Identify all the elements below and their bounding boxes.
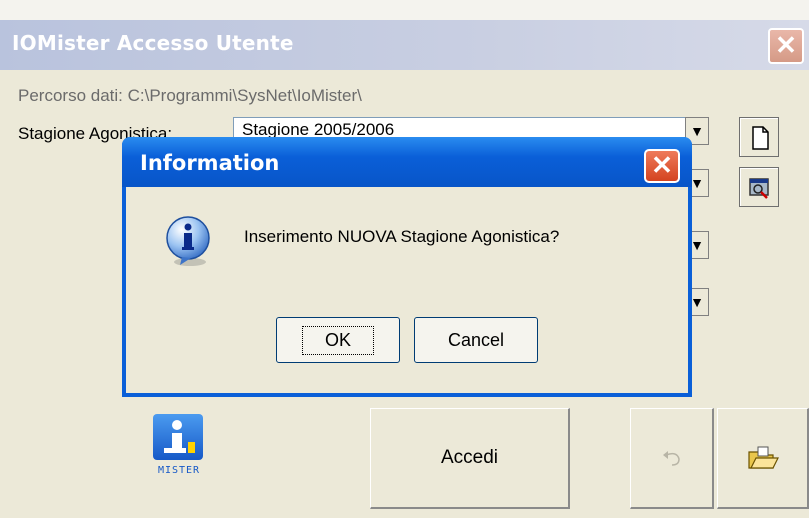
cancel-button[interactable]: Cancel bbox=[414, 317, 538, 363]
open-folder-button[interactable] bbox=[717, 408, 809, 509]
top-strip bbox=[0, 0, 809, 20]
window-close-button[interactable]: ✕ bbox=[768, 28, 804, 64]
dialog-close-button[interactable]: ✕ bbox=[644, 149, 680, 183]
logo-text: MISTER bbox=[157, 465, 201, 476]
iomister-logo: MISTER bbox=[150, 412, 208, 476]
new-season-button[interactable] bbox=[739, 117, 779, 157]
close-icon: ✕ bbox=[775, 30, 797, 60]
dialog-body: Inserimento NUOVA Stagione Agonistica? O… bbox=[126, 187, 688, 393]
new-document-icon bbox=[752, 126, 769, 150]
ok-button[interactable]: OK bbox=[276, 317, 400, 363]
window-title: IOMister Accesso Utente bbox=[12, 31, 294, 55]
chevron-down-icon: ▼ bbox=[690, 175, 704, 191]
open-folder-icon bbox=[747, 446, 779, 469]
chevron-down-icon: ▼ bbox=[690, 237, 704, 253]
dialog-title: Information bbox=[140, 151, 280, 175]
main-window: IOMister Accesso Utente ✕ Percorso dati:… bbox=[0, 0, 809, 518]
chevron-down-icon: ▼ bbox=[690, 123, 704, 139]
undo-button[interactable] bbox=[630, 408, 714, 509]
close-icon: ✕ bbox=[651, 150, 673, 180]
information-icon bbox=[166, 216, 210, 266]
search-window-icon bbox=[749, 178, 769, 199]
information-dialog: Information ✕ Inserimento NUOVA Stagione… bbox=[122, 137, 692, 397]
ok-button-label: OK bbox=[301, 325, 374, 355]
logo-icon bbox=[153, 414, 203, 460]
chevron-down-icon: ▼ bbox=[690, 294, 704, 310]
dialog-message: Inserimento NUOVA Stagione Agonistica? bbox=[244, 227, 560, 246]
search-season-button[interactable] bbox=[739, 167, 779, 207]
cancel-button-label: Cancel bbox=[447, 329, 505, 350]
undo-icon bbox=[662, 451, 680, 466]
access-button[interactable]: Accedi bbox=[370, 408, 570, 509]
access-button-label: Accedi bbox=[440, 447, 499, 468]
data-path-label: Percorso dati: C:\Programmi\SysNet\IoMis… bbox=[18, 86, 362, 105]
